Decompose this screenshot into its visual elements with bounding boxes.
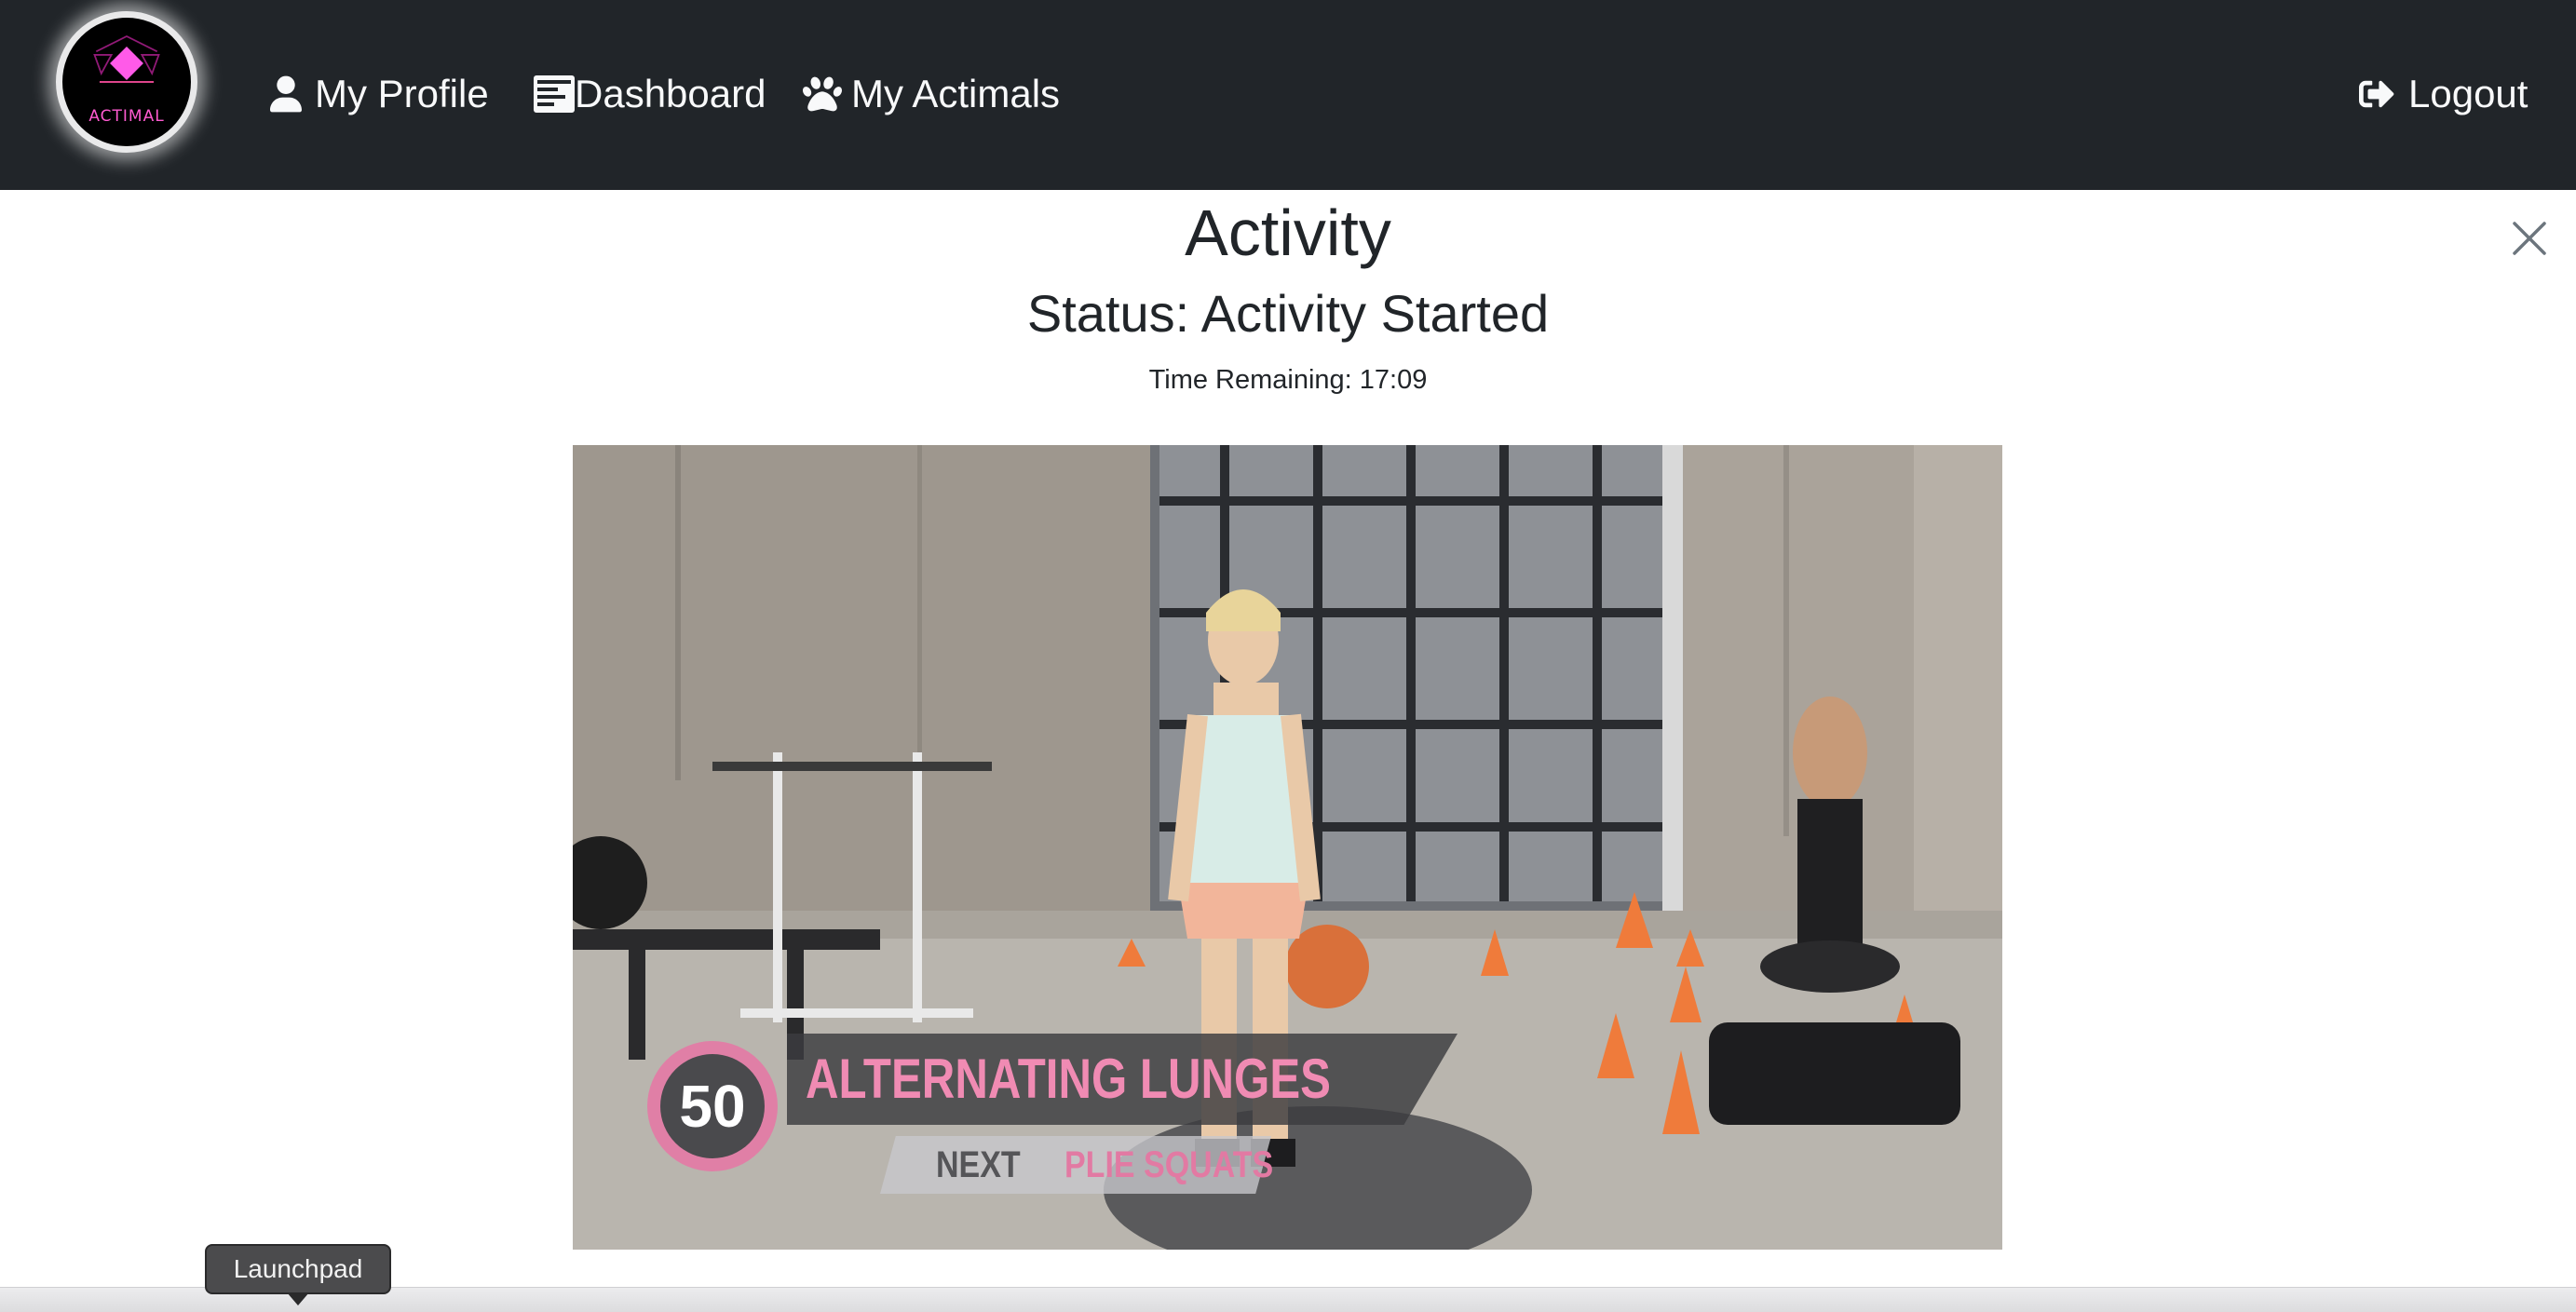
top-navbar: ACTIMAL My Profile Dashboard My Actimals… [0, 0, 2576, 190]
rep-count-badge: 50 [647, 1041, 778, 1171]
logo-emblem-icon [93, 34, 160, 83]
dashboard-icon [534, 75, 575, 113]
user-icon [270, 75, 302, 113]
nav-my-actimals-label: My Actimals [851, 72, 1061, 115]
logo-text: ACTIMAL [88, 107, 165, 126]
rep-count: 50 [660, 1054, 765, 1158]
nav-logout[interactable]: Logout [2358, 61, 2528, 127]
nav-my-profile-label: My Profile [315, 72, 489, 115]
paw-icon [803, 76, 842, 112]
sign-out-icon [2359, 80, 2394, 108]
activity-status: Status: Activity Started [1026, 284, 1550, 343]
nav-my-actimals[interactable]: My Actimals [803, 61, 1060, 127]
nav-my-profile[interactable]: My Profile [270, 61, 489, 127]
tooltip-arrow [287, 1292, 309, 1305]
dock-tooltip: Launchpad [205, 1244, 391, 1294]
time-remaining: Time Remaining: 17:09 [1148, 365, 1428, 395]
nav-logout-label: Logout [2408, 72, 2529, 115]
close-button[interactable] [2507, 216, 2552, 261]
workout-video[interactable]: 50 ALTERNATING LUNGES NEXT PLIE SQUATS [573, 445, 2002, 1250]
close-icon [2513, 222, 2546, 255]
actimal-logo[interactable]: ACTIMAL [56, 11, 197, 153]
next-exercise: PLIE SQUATS [1064, 1144, 1274, 1185]
gym-scene-image [573, 445, 2002, 1250]
page-title: Activity [1185, 196, 1391, 269]
current-exercise: ALTERNATING LUNGES [806, 1048, 1331, 1110]
nav-dashboard-label: Dashboard [575, 72, 766, 115]
nav-dashboard[interactable]: Dashboard [534, 61, 766, 127]
next-label: NEXT [936, 1144, 1021, 1185]
